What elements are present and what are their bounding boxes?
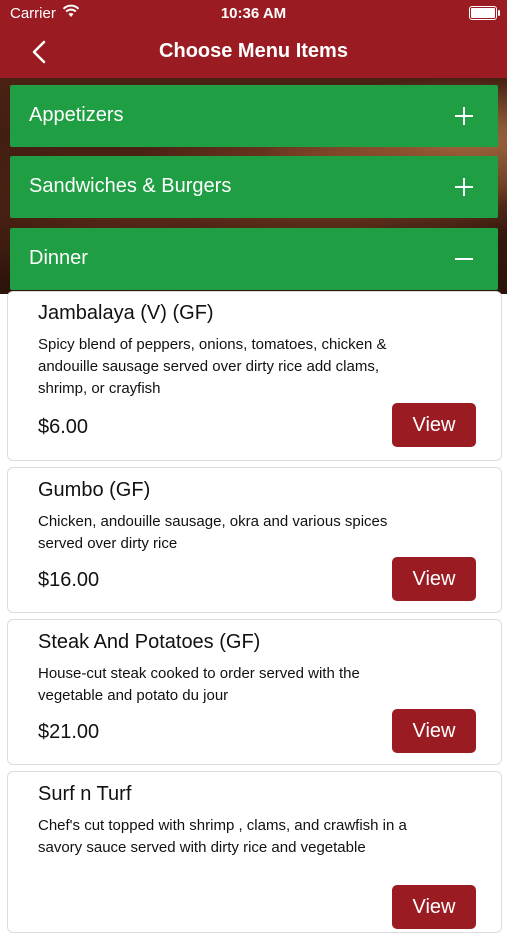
menu-item-card: Surf n Turf Chef's cut topped with shrim…: [7, 771, 502, 933]
category-dinner[interactable]: Dinner: [10, 228, 498, 290]
item-price: $16.00: [38, 569, 100, 591]
item-name: Jambalaya (V) (GF): [38, 302, 214, 324]
item-description: Spicy blend of peppers, onions, tomatoes…: [38, 336, 387, 397]
category-label: Dinner: [29, 247, 88, 269]
category-appetizers[interactable]: Appetizers: [10, 85, 498, 147]
minus-icon: [455, 258, 473, 260]
status-bar: Carrier 10:36 AM: [0, 0, 507, 28]
menu-item-card: Gumbo (GF) Chicken, andouille sausage, o…: [7, 467, 502, 613]
view-button[interactable]: View: [392, 557, 476, 601]
item-description: Chicken, andouille sausage, okra and var…: [38, 513, 388, 552]
item-name: Gumbo (GF): [38, 479, 151, 501]
view-button[interactable]: View: [392, 403, 476, 447]
page-title: Choose Menu Items: [159, 40, 348, 62]
plus-icon: [455, 178, 473, 196]
menu-item-list[interactable]: Jambalaya (V) (GF) Spicy blend of pepper…: [0, 291, 507, 933]
category-label: Sandwiches & Burgers: [29, 175, 232, 197]
clock: 10:36 AM: [220, 5, 287, 22]
item-name: Surf n Turf: [38, 783, 132, 805]
item-description: Chef's cut topped with shrimp , clams, a…: [38, 817, 407, 856]
item-description: House-cut steak cooked to order served w…: [38, 665, 360, 704]
item-price: $6.00: [38, 416, 89, 438]
battery-icon: [469, 6, 500, 20]
navigation-bar: Carrier 10:36 AM Choose Menu Items: [0, 0, 507, 78]
view-button[interactable]: View: [392, 885, 476, 929]
menu-item-card: Steak And Potatoes (GF) House-cut steak …: [7, 619, 502, 765]
category-sandwiches-burgers[interactable]: Sandwiches & Burgers: [10, 156, 498, 218]
view-button[interactable]: View: [392, 709, 476, 753]
item-price: $21.00: [38, 721, 100, 743]
menu-item-card: Jambalaya (V) (GF) Spicy blend of pepper…: [7, 291, 502, 461]
item-name: Steak And Potatoes (GF): [38, 631, 261, 653]
plus-icon: [455, 107, 473, 125]
category-label: Appetizers: [29, 104, 124, 126]
